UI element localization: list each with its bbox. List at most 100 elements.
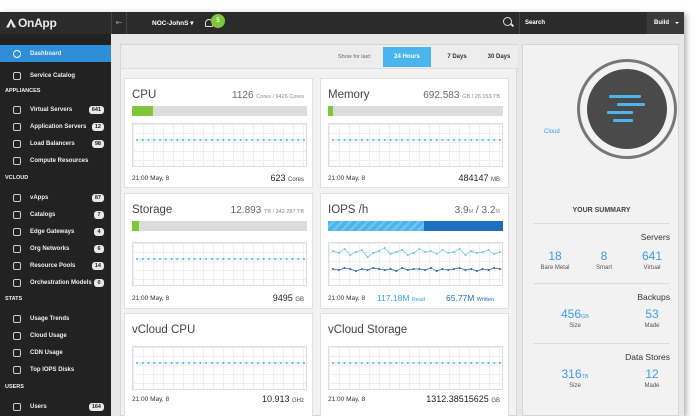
vcloud-storage-card: vCloud Storage 21:00 May, 8 1312.3851562… [320,313,509,416]
summary-panel: Cloud YOUR SUMMARY Servers 18 Bare Metal… [522,44,679,416]
card-foot-value: 623 Cores [270,173,304,183]
cpu-sparkline [136,139,305,141]
sidebar-item-vapps[interactable]: vApps 87 [0,189,111,206]
iops-card: IOPS /h 3.9M / 3.2M 21:00 May, 8 117.18M… [320,193,509,309]
vcloud-storage-chart [328,346,503,390]
sidebar-toggle-button[interactable]: ⇤ [111,12,127,34]
summary-backups: Backups 456GB Size 53 Made [533,283,670,343]
sidebar-item-dashboard[interactable]: Dashboard [0,45,111,62]
memory-sparkline [332,139,501,141]
summary-label: Size [569,383,581,389]
summary-value: 316TB [561,367,589,381]
card-value: 3.9M / 3.2M [454,205,500,216]
summary-label: Smart [595,265,612,271]
vcloud-cpu-sparkline [136,362,305,364]
card-foot-value: 484147 MB [458,173,500,183]
cloud-label: Cloud [544,129,560,135]
sidebar-item-usage-trends[interactable]: Usage Trends [0,310,111,327]
card-time: 21:00 May, 8 [132,175,170,182]
count-badge: 6 [94,244,104,253]
summary-data-stores: Data Stores 316TB Size 12 Made [533,343,670,403]
section-users: USERS [5,384,24,390]
sidebar-item-org-networks[interactable]: Org Networks 6 [0,240,111,257]
user-menu[interactable]: NOC-JohnS ▾ [152,19,194,27]
card-title: vCloud CPU [132,324,196,336]
cpu-card: CPU 1126 Cores / 9426 Cores 21:00 May, 8… [124,78,313,188]
card-title: Storage [132,204,173,216]
monitor-icon [13,348,21,357]
section-heading: Backups [637,292,670,302]
logo-mark-icon [6,18,16,28]
sidebar-item-application-servers[interactable]: Application Servers 12 [0,118,111,135]
sidebar-item-cloud-usage[interactable]: Cloud Usage [0,327,111,344]
summary-value: 641 [641,249,663,263]
cloud-icon [13,105,21,114]
storage-card: Storage 12.893 TB / 342.287 TB 21:00 May… [124,193,313,309]
card-title: IOPS /h [328,204,369,216]
top-bar: OnApp ⇤ NOC-JohnS ▾ 5 Search Build [0,12,684,34]
count-badge: 87 [91,193,104,202]
sidebar-item-label: Compute Resources [30,157,89,164]
sidebar-item-virtual-servers[interactable]: Virtual Servers 641 [0,101,111,118]
sidebar-item-label: Usage Trends [30,315,70,322]
vcloud-storage-sparkline [332,362,501,364]
dashboard-icon [13,49,21,58]
vcloud-cpu-card: vCloud CPU 21:00 May, 8 10.913 GHz [124,313,313,416]
notification-badge[interactable]: 5 [211,14,225,28]
sidebar-item-load-balancers[interactable]: Load Balancers 98 [0,135,111,152]
iops-bar [328,221,503,231]
card-value: 1126 Cores / 9426 Cores [232,90,304,101]
summary-label: Virtual [643,265,661,271]
sidebar-item-edge-gateways[interactable]: Edge Gateways 4 [0,223,111,240]
sidebar-item-catalog[interactable]: Service Catalog [0,67,111,84]
summary-value: 12 [645,367,659,381]
count-badge: 14 [91,261,104,270]
period-24h-button[interactable]: 24 Hours [383,47,431,67]
period-label: Show for last: [338,54,372,60]
vcloud-cpu-chart [132,346,307,390]
section-appliances: APPLIANCES [5,88,41,94]
dashboard-content: Show for last: 24 Hours 7 Days 30 Days C… [120,44,518,416]
sidebar-item-label: Application Servers [30,123,87,130]
section-heading: Data Stores [625,352,670,362]
network-icon [13,244,21,253]
sidebar-item-label: Edge Gateways [30,228,75,235]
server-stack-icon [587,69,667,149]
memory-card: Memory 692.583 GB / 26.153 TB 21:00 May,… [320,78,509,188]
sidebar-item-label: CDN Usage [30,349,63,356]
summary-label: Made [644,323,660,329]
card-time: 21:00 May, 8 [328,396,366,403]
build-button[interactable]: Build [647,12,684,34]
sidebar-item-resource-pools[interactable]: Resource Pools 14 [0,257,111,274]
summary-value: 8 [600,249,608,263]
card-time: 21:00 May, 8 [328,295,366,302]
card-time: 21:00 May, 8 [132,396,170,403]
sidebar-item-label: vApps [30,194,49,201]
cloud-donut-chart[interactable] [577,59,677,159]
user-name: NOC-JohnS [152,20,189,27]
cloud-icon [13,261,21,270]
sidebar-item-top-iops[interactable]: Top IOPS Disks [0,361,111,378]
usage-bar [132,221,307,231]
sidebar-item-label: Catalogs [30,211,56,218]
card-foot-value: 9495 GB [272,293,304,303]
period-7d-button[interactable]: 7 Days [433,47,481,67]
section-stats: STATS [5,296,23,302]
sidebar-item-label: Org Networks [30,245,70,252]
card-value: 12.893 TB / 342.287 TB [230,205,304,216]
onapp-logo[interactable]: OnApp [6,16,57,30]
summary-title: YOUR SUMMARY [572,207,631,214]
sidebar-item-cdn-usage[interactable]: CDN Usage [0,344,111,361]
disk-icon [13,365,21,374]
card-time: 21:00 May, 8 [132,295,170,302]
sidebar-item-compute-resources[interactable]: Compute Resources [0,152,111,169]
search-input[interactable]: Search [519,12,647,34]
sidebar-item-users[interactable]: Users 164 [0,398,111,415]
iops-written: 65.77M Written [446,293,495,303]
storage-chart [132,242,307,286]
period-30d-button[interactable]: 30 Days [480,47,518,67]
search-icon[interactable] [503,17,514,28]
sidebar-item-orchestration-models[interactable]: Orchestration Models 0 [0,274,111,291]
sidebar-item-catalogs[interactable]: Catalogs 7 [0,206,111,223]
sidebar-item-label: Orchestration Models [30,279,92,286]
